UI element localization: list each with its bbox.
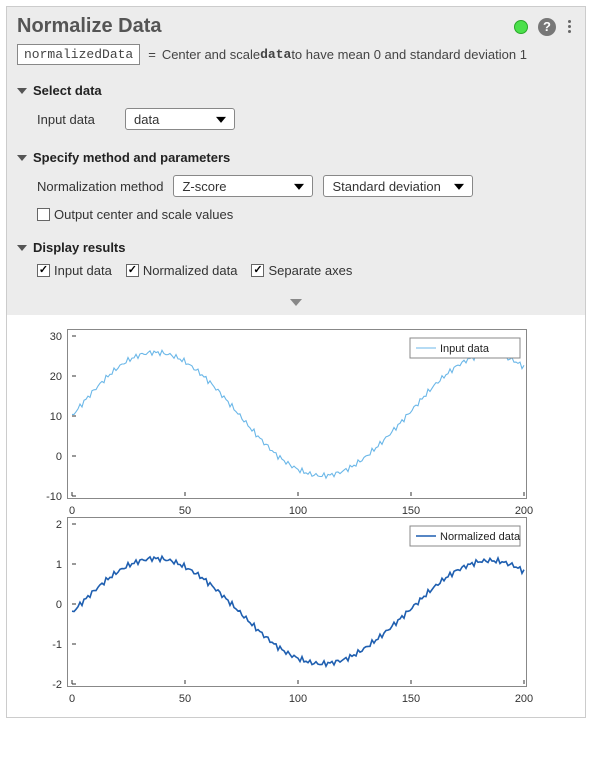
svg-text:-2: -2 bbox=[52, 679, 62, 691]
equation-data-var: data bbox=[260, 47, 291, 62]
display-normalized-checkbox[interactable] bbox=[126, 264, 139, 277]
display-separate-axes-label: Separate axes bbox=[268, 263, 352, 278]
display-separate-axes-checkbox[interactable] bbox=[251, 264, 264, 277]
chart-normalized: -2-1012050100150200Normalized data bbox=[67, 517, 527, 687]
svg-text:50: 50 bbox=[179, 693, 191, 705]
svg-text:-1: -1 bbox=[52, 639, 62, 651]
equation-row: normalizedData = Center and scale data t… bbox=[7, 42, 585, 75]
display-input-data-label: Input data bbox=[54, 263, 112, 278]
disclosure-triangle-icon bbox=[17, 245, 27, 251]
section-header-method[interactable]: Specify method and parameters bbox=[17, 146, 575, 169]
svg-text:150: 150 bbox=[402, 693, 420, 705]
equation-desc-suffix: to have mean 0 and standard deviation 1 bbox=[291, 47, 527, 62]
input-data-label: Input data bbox=[37, 112, 115, 127]
svg-text:Input data: Input data bbox=[440, 343, 490, 355]
svg-text:0: 0 bbox=[69, 505, 75, 517]
output-center-scale-label: Output center and scale values bbox=[54, 207, 233, 222]
section-title: Display results bbox=[33, 240, 126, 255]
normalization-method-value: Z-score bbox=[182, 179, 226, 194]
normalization-method-label: Normalization method bbox=[37, 179, 163, 194]
svg-text:0: 0 bbox=[69, 693, 75, 705]
collapse-arrow-icon[interactable] bbox=[290, 299, 302, 306]
disclosure-triangle-icon bbox=[17, 155, 27, 161]
section-display: Display results Input data Normalized da… bbox=[7, 232, 585, 292]
chart-input-data-wrap: -100102030050100150200Input data bbox=[67, 329, 567, 499]
input-data-row: Input data data bbox=[17, 102, 575, 136]
svg-text:Normalized data: Normalized data bbox=[440, 531, 521, 543]
section-select-data: Select data Input data data bbox=[7, 75, 585, 142]
svg-text:200: 200 bbox=[515, 505, 533, 517]
normalization-method-row: Normalization method Z-score Standard de… bbox=[17, 169, 575, 203]
normalization-param-select[interactable]: Standard deviation bbox=[323, 175, 473, 197]
svg-text:2: 2 bbox=[56, 519, 62, 531]
chart-normalized-wrap: -2-1012050100150200Normalized data bbox=[67, 517, 567, 687]
collapse-row bbox=[7, 292, 585, 315]
svg-text:20: 20 bbox=[50, 371, 62, 383]
output-center-scale-checkbox[interactable] bbox=[37, 208, 50, 221]
kebab-menu-icon[interactable] bbox=[564, 18, 575, 35]
status-indicator-icon bbox=[514, 20, 528, 34]
svg-text:-10: -10 bbox=[46, 491, 62, 503]
section-title: Specify method and parameters bbox=[33, 150, 230, 165]
svg-text:100: 100 bbox=[289, 505, 307, 517]
display-checkbox-row: Input data Normalized data Separate axes bbox=[17, 259, 575, 286]
normalization-method-select[interactable]: Z-score bbox=[173, 175, 313, 197]
equals-sign: = bbox=[148, 47, 156, 62]
svg-text:0: 0 bbox=[56, 599, 62, 611]
input-data-select[interactable]: data bbox=[125, 108, 235, 130]
svg-text:100: 100 bbox=[289, 693, 307, 705]
panel-header: Normalize Data ? bbox=[7, 7, 585, 42]
equation-desc-prefix: Center and scale bbox=[162, 47, 260, 62]
display-normalized-label: Normalized data bbox=[143, 263, 238, 278]
section-header-display[interactable]: Display results bbox=[17, 236, 575, 259]
svg-text:150: 150 bbox=[402, 505, 420, 517]
panel-title: Normalize Data bbox=[17, 15, 514, 38]
section-method: Specify method and parameters Normalizat… bbox=[7, 142, 585, 232]
disclosure-triangle-icon bbox=[17, 88, 27, 94]
svg-text:1: 1 bbox=[56, 559, 62, 571]
normalization-param-value: Standard deviation bbox=[332, 179, 440, 194]
output-center-scale-row: Output center and scale values bbox=[17, 203, 575, 226]
display-input-data-checkbox[interactable] bbox=[37, 264, 50, 277]
output-variable-field[interactable]: normalizedData bbox=[17, 44, 140, 65]
plots-area: -100102030050100150200Input data -2-1012… bbox=[7, 315, 585, 717]
help-icon[interactable]: ? bbox=[538, 18, 556, 36]
chart-input-data: -100102030050100150200Input data bbox=[67, 329, 527, 499]
section-title: Select data bbox=[33, 83, 102, 98]
section-header-select-data[interactable]: Select data bbox=[17, 79, 575, 102]
svg-text:50: 50 bbox=[179, 505, 191, 517]
svg-text:30: 30 bbox=[50, 331, 62, 343]
svg-text:0: 0 bbox=[56, 451, 62, 463]
svg-text:200: 200 bbox=[515, 693, 533, 705]
svg-text:10: 10 bbox=[50, 411, 62, 423]
normalize-data-panel: Normalize Data ? normalizedData = Center… bbox=[6, 6, 586, 718]
input-data-select-value: data bbox=[134, 112, 159, 127]
